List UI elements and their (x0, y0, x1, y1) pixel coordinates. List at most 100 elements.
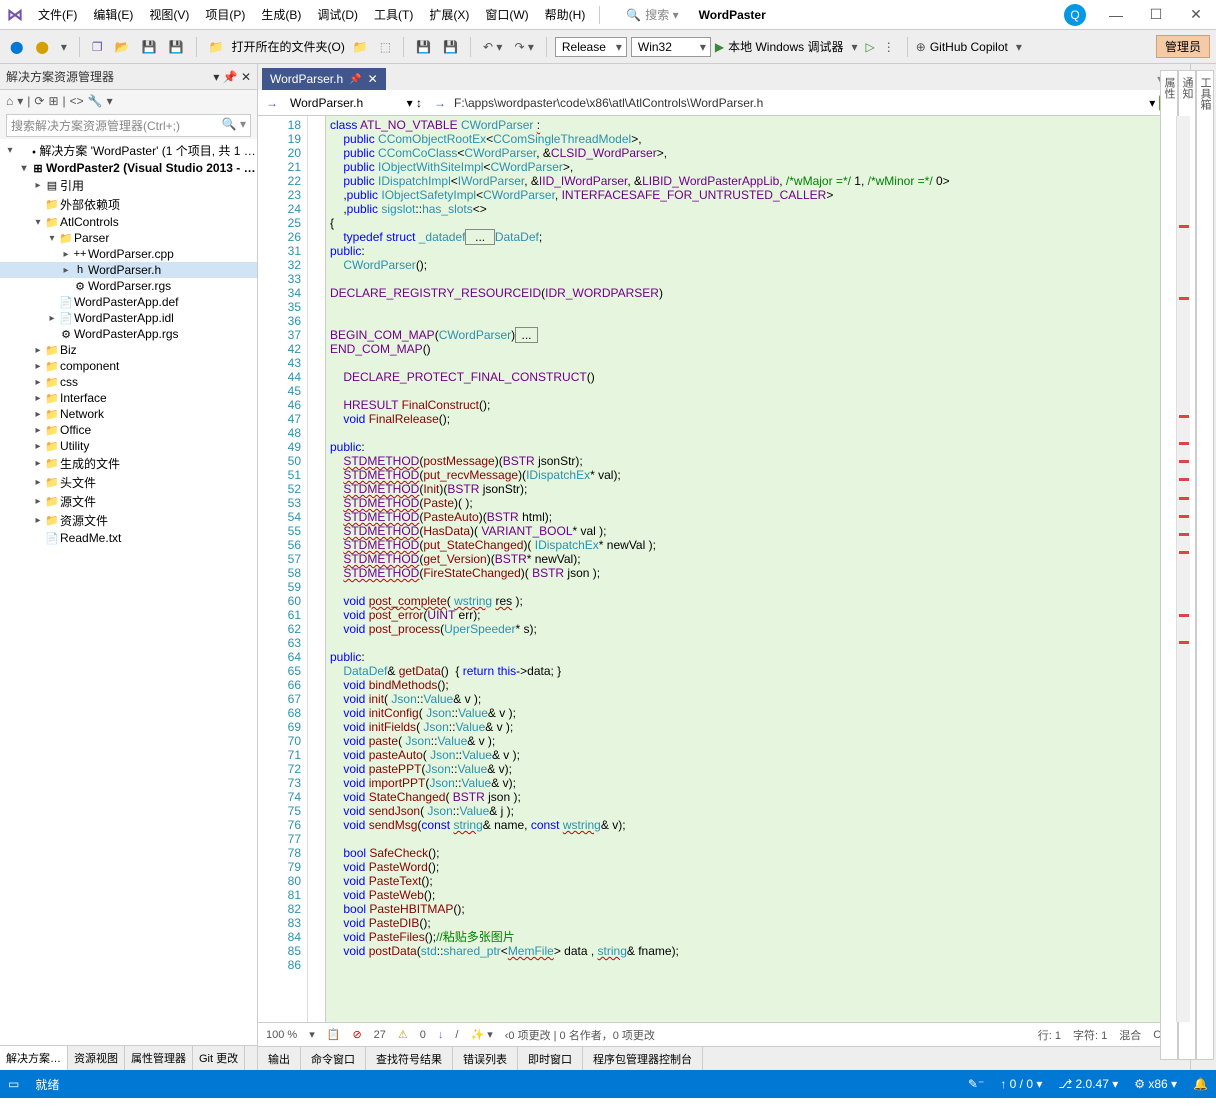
redo-icon[interactable]: ↷ ▾ (510, 38, 537, 56)
tree-item[interactable]: ▸hWordParser.h (0, 262, 257, 278)
git-branch[interactable]: ⎇ 2.0.47 ▾ (1058, 1077, 1118, 1091)
tool-icon[interactable]: ▾ (57, 38, 71, 56)
copilot-icon[interactable]: ⊕ (916, 40, 926, 54)
play-icon[interactable]: ▶ (715, 40, 724, 54)
git-sync[interactable]: ↑ 0 / 0 ▾ (1000, 1077, 1042, 1091)
tree-item[interactable]: ▾📁Parser (0, 230, 257, 246)
tree-item[interactable]: ▸📁css (0, 374, 257, 390)
copilot-label[interactable]: GitHub Copilot (930, 40, 1008, 54)
status-ready: 就绪 (35, 1076, 59, 1093)
bottom-tab[interactable]: 命令窗口 (301, 1047, 366, 1070)
nav-fwd-icon[interactable]: ⬤ (31, 38, 52, 56)
toolbox-tab[interactable]: 工具箱 (1196, 70, 1214, 1060)
save3-icon[interactable]: 💾 (439, 38, 462, 56)
bottom-tab[interactable]: 即时窗口 (518, 1047, 583, 1070)
nav-path-icon[interactable]: → (430, 96, 450, 110)
menu-调试(D)[interactable]: 调试(D) (309, 6, 366, 23)
bottom-tab[interactable]: 查找符号结果 (366, 1047, 453, 1070)
sync-icon[interactable]: ⊞ (48, 94, 58, 108)
menu-帮助(H)[interactable]: 帮助(H) (537, 6, 594, 23)
fold-margin[interactable] (308, 116, 326, 1022)
tree-item[interactable]: ⚙WordParser.rgs (0, 278, 257, 294)
scroll-marker-bar[interactable] (1176, 116, 1190, 1022)
save2-icon[interactable]: 💾 (412, 38, 435, 56)
tree-item[interactable]: ▸++WordParser.cpp (0, 246, 257, 262)
play-no-debug-icon[interactable]: ▷ (866, 40, 875, 54)
zoom-level[interactable]: 100 % (266, 1029, 297, 1041)
tree-item[interactable]: ▸📄WordPasterApp.idl (0, 310, 257, 326)
pin-icon[interactable]: 📌 (349, 74, 361, 85)
tree-item[interactable]: 📄WordPasterApp.def (0, 294, 257, 310)
solution-search[interactable]: 搜索解决方案资源管理器(Ctrl+;)🔍 ▾ (6, 114, 251, 137)
menu-项目(P)[interactable]: 项目(P) (197, 6, 253, 23)
undo-icon[interactable]: ↶ ▾ (479, 38, 506, 56)
side-tab[interactable]: 解决方案… (0, 1046, 68, 1070)
save-icon[interactable]: 💾 (138, 38, 161, 56)
scope-dropdown[interactable]: WordParser.h▾ ↕ (286, 96, 426, 110)
editor-tab-active[interactable]: WordParser.h 📌 ✕ (262, 68, 386, 90)
solution-explorer: 解决方案资源管理器 ▾ 📌 ✕ ⌂ ▾ | ⟳ ⊞ | <> 🔧 ▾ 搜索解决方… (0, 64, 258, 1070)
nav-scope-icon[interactable]: → (262, 96, 282, 110)
tree-item[interactable]: ⚙WordPasterApp.rgs (0, 326, 257, 342)
config-dropdown[interactable]: Release (555, 37, 627, 57)
wrench-icon[interactable]: 🔧 (88, 94, 103, 108)
folder-icon[interactable]: 📁 (205, 38, 228, 56)
saveall-icon[interactable]: 💾 (165, 38, 188, 56)
file-path[interactable]: F:\apps\wordpaster\code\x86\atl\AtlContr… (454, 96, 1145, 110)
menu-生成(B)[interactable]: 生成(B) (253, 6, 309, 23)
side-tab[interactable]: 属性管理器 (125, 1046, 193, 1070)
code-area[interactable]: 1819202122232425263132333435363742434445… (258, 116, 1190, 1022)
new-icon[interactable]: ❐ (88, 38, 107, 56)
bottom-tab[interactable]: 程序包管理器控制台 (583, 1047, 703, 1070)
tree-item[interactable]: ▸📁Network (0, 406, 257, 422)
output-icon[interactable]: ▭ (8, 1077, 19, 1091)
tree-item[interactable]: 📁外部依赖项 (0, 195, 257, 214)
pin-icon[interactable]: ▾ 📌 ✕ (213, 70, 251, 84)
tool-icon[interactable]: ▾ (17, 94, 23, 108)
tree-item[interactable]: ▾🞄 解决方案 'WordPaster' (1 个项目, 共 1 … (0, 141, 257, 160)
side-tab[interactable]: Git 更改 (193, 1046, 245, 1070)
tree-item[interactable]: ▸📁Biz (0, 342, 257, 358)
menu-编辑(E)[interactable]: 编辑(E) (85, 6, 141, 23)
error-icon[interactable]: ⊘ (352, 1028, 361, 1041)
title-search[interactable]: 🔍 搜索 ▾ (626, 6, 678, 23)
open-icon[interactable]: 📂 (111, 38, 134, 56)
code-icon[interactable]: <> (70, 94, 84, 108)
warning-icon[interactable]: ⚠ (398, 1028, 408, 1041)
code-content[interactable]: class ATL_NO_VTABLE CWordParser : public… (326, 116, 1176, 1022)
tree-item[interactable]: ▸📁Office (0, 422, 257, 438)
account-icon[interactable]: Q (1064, 4, 1086, 26)
close-tab-icon[interactable]: ✕ (368, 72, 378, 86)
tree-item[interactable]: ▸📁Interface (0, 390, 257, 406)
platform-dropdown[interactable]: Win32 (631, 37, 711, 57)
tree-item[interactable]: ▸📁生成的文件 (0, 454, 257, 473)
refresh-icon[interactable]: ⟳ (34, 94, 44, 108)
minimize-button[interactable]: — (1096, 7, 1136, 23)
tree-item[interactable]: ▸▤引用 (0, 176, 257, 195)
nav-back-icon[interactable]: ⬤ (6, 38, 27, 56)
tree-item[interactable]: ▸📁头文件 (0, 473, 257, 492)
tree-item[interactable]: ▾⊞WordPaster2 (Visual Studio 2013 - … (0, 160, 257, 176)
side-tab[interactable]: 资源视图 (68, 1046, 125, 1070)
bottom-tab[interactable]: 输出 (258, 1047, 301, 1070)
bottom-tab[interactable]: 错误列表 (453, 1047, 518, 1070)
close-button[interactable]: ✕ (1176, 6, 1216, 23)
debug-target[interactable]: 本地 Windows 调试器 (728, 38, 843, 55)
tree-item[interactable]: ▸📁component (0, 358, 257, 374)
menu-工具(T)[interactable]: 工具(T) (366, 6, 421, 23)
home-icon[interactable]: ⌂ (6, 94, 13, 108)
tree-item[interactable]: ▸📁Utility (0, 438, 257, 454)
menu-文件(F)[interactable]: 文件(F) (30, 6, 85, 23)
menu-视图(V)[interactable]: 视图(V) (141, 6, 197, 23)
tree-item[interactable]: ▸📁资源文件 (0, 511, 257, 530)
tree-item[interactable]: 📄ReadMe.txt (0, 530, 257, 546)
open-files-label[interactable]: 打开所在的文件夹(O) (231, 38, 344, 55)
maximize-button[interactable]: ☐ (1136, 6, 1176, 23)
git-pending-icon[interactable]: ✎⁻ (968, 1077, 984, 1091)
menu-扩展(X)[interactable]: 扩展(X) (421, 6, 477, 23)
menu-窗口(W)[interactable]: 窗口(W) (477, 6, 536, 23)
tree-item[interactable]: ▾📁AtlControls (0, 214, 257, 230)
tree-item[interactable]: ▸📁源文件 (0, 492, 257, 511)
bell-icon[interactable]: 🔔 (1193, 1077, 1208, 1091)
arch-selector[interactable]: ⚙ x86 ▾ (1134, 1077, 1177, 1091)
